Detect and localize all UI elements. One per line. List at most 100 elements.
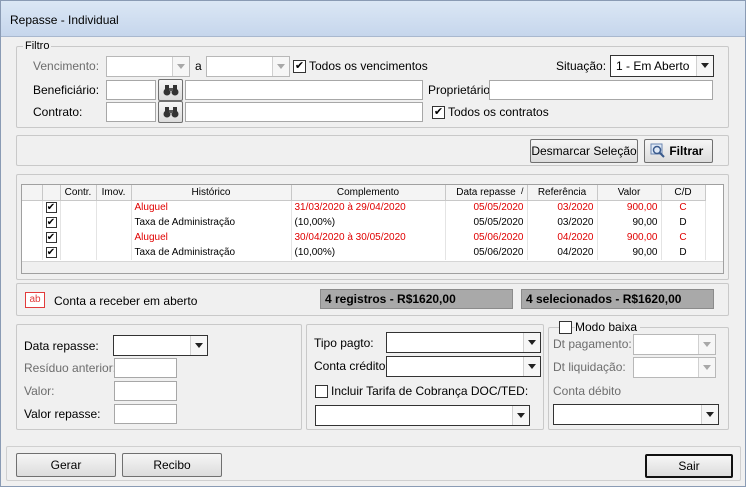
col-complemento-header[interactable]: Complemento	[291, 185, 446, 201]
chevron-down-icon[interactable]	[523, 357, 540, 376]
valor-repasse-input[interactable]	[114, 404, 177, 424]
col-contr-header[interactable]: Contr.	[60, 185, 97, 201]
col-data-repasse-header[interactable]: Data repasse /	[445, 185, 528, 201]
recibo-button[interactable]: Recibo	[122, 453, 222, 477]
table-row[interactable]: ✔ Taxa de Administração (10,00%) 05/05/2…	[22, 215, 706, 230]
filtrar-label: Filtrar	[669, 144, 704, 158]
todos-contratos-checkbox[interactable]: ✔	[432, 106, 445, 119]
cell-cd: D	[661, 215, 706, 230]
residuo-anterior-input[interactable]	[114, 358, 177, 378]
vencimento-ate-select[interactable]	[206, 56, 290, 77]
cell-historico: Aluguel	[131, 230, 292, 245]
col-historico-header[interactable]: Histórico	[131, 185, 292, 201]
cell-contr	[60, 245, 97, 260]
row-select-checkbox[interactable]: ✔	[45, 232, 57, 243]
data-repasse-label: Data repasse:	[24, 339, 99, 353]
a-label: a	[195, 59, 202, 73]
beneficiario-name-input[interactable]	[185, 80, 423, 100]
chevron-down-icon[interactable]	[698, 358, 715, 377]
filtro-legend: Filtro	[23, 40, 52, 52]
col-referencia-header[interactable]: Referência	[527, 185, 598, 201]
chevron-down-icon[interactable]	[523, 333, 540, 352]
proprietario-input[interactable]	[489, 80, 713, 100]
beneficiario-search-button[interactable]	[158, 79, 183, 101]
tarifa-select[interactable]	[315, 405, 530, 426]
incluir-tarifa-checkbox[interactable]	[315, 385, 328, 398]
table-row[interactable]: ✔ Taxa de Administração (10,00%) 05/06/2…	[22, 245, 706, 260]
contrato-search-button[interactable]	[158, 101, 183, 123]
vencimento-label: Vencimento:	[33, 59, 100, 73]
data-repasse-select[interactable]	[113, 335, 208, 356]
chevron-down-icon[interactable]	[190, 336, 207, 355]
dt-liquidacao-label: Dt liquidação:	[553, 360, 626, 374]
contrato-name-input[interactable]	[185, 102, 423, 122]
cell-imov	[96, 215, 132, 230]
cell-data-repasse: 05/06/2020	[445, 230, 528, 245]
incluir-tarifa-label[interactable]: Incluir Tarifa de Cobrança DOC/TED:	[331, 384, 528, 398]
beneficiario-label: Beneficiário:	[33, 83, 100, 97]
cell-valor: 900,00	[597, 200, 662, 215]
modo-baixa-label[interactable]: Modo baixa	[575, 320, 641, 334]
grid-header-row: Contr. Imov. Histórico Complemento Data …	[22, 185, 706, 201]
valor-label: Valor:	[24, 384, 55, 398]
todos-vencimentos-label[interactable]: Todos os vencimentos	[309, 59, 428, 73]
title-bar[interactable]: Repasse - Individual	[1, 1, 745, 37]
row-select-checkbox[interactable]: ✔	[45, 217, 57, 228]
situacao-select[interactable]: 1 - Em Aberto	[610, 55, 714, 77]
cell-contr	[60, 215, 97, 230]
chevron-down-icon[interactable]	[512, 406, 529, 425]
table-row[interactable]: ✔ Aluguel 31/03/2020 à 29/04/2020 05/05/…	[22, 200, 706, 215]
col-valor-header[interactable]: Valor	[597, 185, 662, 201]
row-select-checkbox[interactable]: ✔	[45, 202, 57, 214]
col-cd-header[interactable]: C/D	[661, 185, 706, 201]
lancamentos-grid[interactable]: Contr. Imov. Histórico Complemento Data …	[21, 184, 724, 274]
contrato-code-input[interactable]	[106, 102, 156, 122]
contrato-label: Contrato:	[33, 105, 83, 119]
modo-baixa-checkbox[interactable]	[559, 321, 572, 334]
chevron-down-icon[interactable]	[272, 57, 289, 76]
cell-valor: 90,00	[597, 215, 662, 230]
cell-cd: D	[661, 245, 706, 260]
todos-contratos-label[interactable]: Todos os contratos	[448, 105, 549, 119]
sair-button[interactable]: Sair	[645, 454, 733, 478]
col-indicator-header	[22, 185, 43, 201]
chevron-down-icon[interactable]	[172, 57, 189, 76]
binoculars-icon	[163, 107, 178, 118]
cell-contr	[60, 200, 97, 215]
dt-pagamento-select[interactable]	[633, 334, 716, 355]
conta-debito-label: Conta débito	[553, 384, 622, 398]
chevron-down-icon[interactable]	[698, 335, 715, 354]
col-imov-header[interactable]: Imov.	[96, 185, 132, 201]
cell-cd: C	[661, 230, 706, 245]
beneficiario-code-input[interactable]	[106, 80, 156, 100]
conta-receber-label: Conta a receber em aberto	[54, 294, 198, 308]
desmarcar-selecao-button[interactable]: Desmarcar Seleção	[530, 139, 638, 163]
table-row[interactable]: ✔ Aluguel 30/04/2020 à 30/05/2020 05/06/…	[22, 230, 706, 245]
todos-vencimentos-checkbox[interactable]: ✔	[293, 60, 306, 73]
dt-liquidacao-select[interactable]	[633, 357, 716, 378]
open-receivable-icon: ab	[25, 292, 45, 308]
cell-contr	[60, 230, 97, 245]
conta-debito-select[interactable]	[553, 404, 719, 425]
filtrar-button[interactable]: Filtrar	[644, 139, 713, 163]
row-select-checkbox[interactable]: ✔	[45, 247, 57, 258]
situacao-label: Situação:	[556, 59, 607, 73]
grid-horizontal-scrollbar[interactable]	[22, 261, 723, 273]
cell-imov	[96, 245, 132, 260]
vencimento-de-select[interactable]	[106, 56, 190, 77]
cell-data-repasse: 05/05/2020	[445, 215, 528, 230]
conta-credito-select[interactable]	[386, 356, 541, 377]
col-check-header[interactable]	[42, 185, 61, 201]
chevron-down-icon[interactable]	[696, 56, 713, 76]
cell-complemento: 31/03/2020 à 29/04/2020	[291, 200, 446, 215]
conta-credito-label: Conta crédito:	[314, 359, 389, 373]
cell-valor: 900,00	[597, 230, 662, 245]
tipo-pagto-label: Tipo pagto:	[314, 336, 374, 350]
chevron-down-icon[interactable]	[701, 405, 718, 424]
gerar-button[interactable]: Gerar	[16, 453, 116, 477]
sort-indicator: /	[520, 186, 524, 196]
valor-input[interactable]	[114, 381, 177, 401]
tipo-pagto-select[interactable]	[386, 332, 541, 353]
cell-data-repasse: 05/05/2020	[445, 200, 528, 215]
valor-repasse-label: Valor repasse:	[24, 407, 101, 421]
